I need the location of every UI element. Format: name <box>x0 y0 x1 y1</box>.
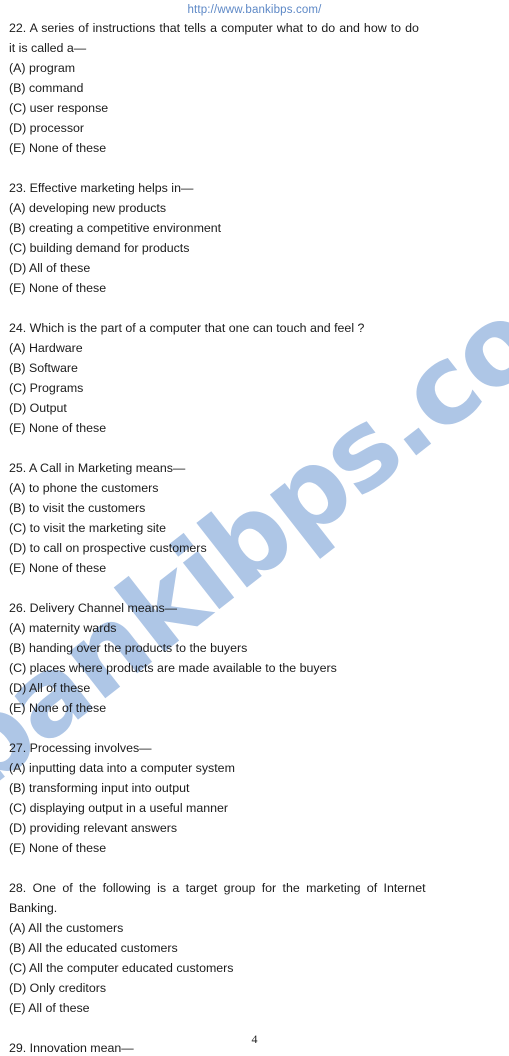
option-e[interactable]: (E) None of these <box>9 278 500 298</box>
question-block-22: 22. A series of instructions that tells … <box>9 18 500 158</box>
question-stem-line: 28. One of the following is a target gro… <box>9 881 426 895</box>
document-page: bankibps.com http://www.bankibps.com/ 22… <box>0 0 509 1056</box>
question-stem-28-cont: Banking. <box>9 901 58 915</box>
option-c[interactable]: (C) to visit the marketing site <box>9 518 500 538</box>
question-stem-27: 27. Processing involves— <box>9 741 152 755</box>
question-block-23: 23. Effective marketing helps in— (A) de… <box>9 178 500 298</box>
option-b[interactable]: (B) command <box>9 78 500 98</box>
option-e[interactable]: (E) All of these <box>9 998 500 1018</box>
question-block-24: 24. Which is the part of a computer that… <box>9 318 500 438</box>
question-stem-22: 22. A series of instructions that tells … <box>9 18 500 38</box>
option-b[interactable]: (B) transforming input into output <box>9 778 500 798</box>
option-c[interactable]: (C) user response <box>9 98 500 118</box>
option-e[interactable]: (E) None of these <box>9 138 500 158</box>
option-e[interactable]: (E) None of these <box>9 698 500 718</box>
option-d[interactable]: (D) All of these <box>9 258 500 278</box>
option-b[interactable]: (B) creating a competitive environment <box>9 218 500 238</box>
option-d[interactable]: (D) processor <box>9 118 500 138</box>
option-c[interactable]: (C) displaying output in a useful manner <box>9 798 500 818</box>
option-d[interactable]: (D) providing relevant answers <box>9 818 500 838</box>
option-e[interactable]: (E) None of these <box>9 418 500 438</box>
question-stem-26: 26. Delivery Channel means— <box>9 601 178 615</box>
option-b[interactable]: (B) All the educated customers <box>9 938 500 958</box>
option-a[interactable]: (A) program <box>9 58 500 78</box>
page-footer: 4 <box>0 1030 509 1048</box>
option-d[interactable]: (D) Output <box>9 398 500 418</box>
question-stem-line: 22. A series of instructions that tells … <box>9 21 419 35</box>
option-a[interactable]: (A) All the customers <box>9 918 500 938</box>
question-block-27: 27. Processing involves— (A) inputting d… <box>9 738 500 858</box>
option-a[interactable]: (A) maternity wards <box>9 618 500 638</box>
option-e[interactable]: (E) None of these <box>9 558 500 578</box>
question-stem-22-cont: it is called a— <box>9 41 87 55</box>
option-a[interactable]: (A) developing new products <box>9 198 500 218</box>
option-c[interactable]: (C) building demand for products <box>9 238 500 258</box>
option-c[interactable]: (C) Programs <box>9 378 500 398</box>
question-stem-24: 24. Which is the part of a computer that… <box>9 321 365 335</box>
option-a[interactable]: (A) inputting data into a computer syste… <box>9 758 500 778</box>
question-stem-28: 28. One of the following is a target gro… <box>9 878 500 898</box>
page-header: http://www.bankibps.com/ <box>0 0 509 18</box>
option-b[interactable]: (B) handing over the products to the buy… <box>9 638 500 658</box>
page-number: 4 <box>251 1032 258 1046</box>
option-c[interactable]: (C) All the computer educated customers <box>9 958 500 978</box>
option-d[interactable]: (D) to call on prospective customers <box>9 538 500 558</box>
site-url-header[interactable]: http://www.bankibps.com/ <box>188 2 322 18</box>
option-e[interactable]: (E) None of these <box>9 838 500 858</box>
option-b[interactable]: (B) to visit the customers <box>9 498 500 518</box>
question-block-26: 26. Delivery Channel means— (A) maternit… <box>9 598 500 718</box>
question-list: 22. A series of instructions that tells … <box>9 18 500 1056</box>
question-stem-25: 25. A Call in Marketing means— <box>9 461 186 475</box>
option-d[interactable]: (D) Only creditors <box>9 978 500 998</box>
option-d[interactable]: (D) All of these <box>9 678 500 698</box>
question-block-28: 28. One of the following is a target gro… <box>9 878 500 1018</box>
option-c[interactable]: (C) places where products are made avail… <box>9 658 500 678</box>
question-block-25: 25. A Call in Marketing means— (A) to ph… <box>9 458 500 578</box>
question-stem-23: 23. Effective marketing helps in— <box>9 181 194 195</box>
option-a[interactable]: (A) to phone the customers <box>9 478 500 498</box>
option-a[interactable]: (A) Hardware <box>9 338 500 358</box>
option-b[interactable]: (B) Software <box>9 358 500 378</box>
